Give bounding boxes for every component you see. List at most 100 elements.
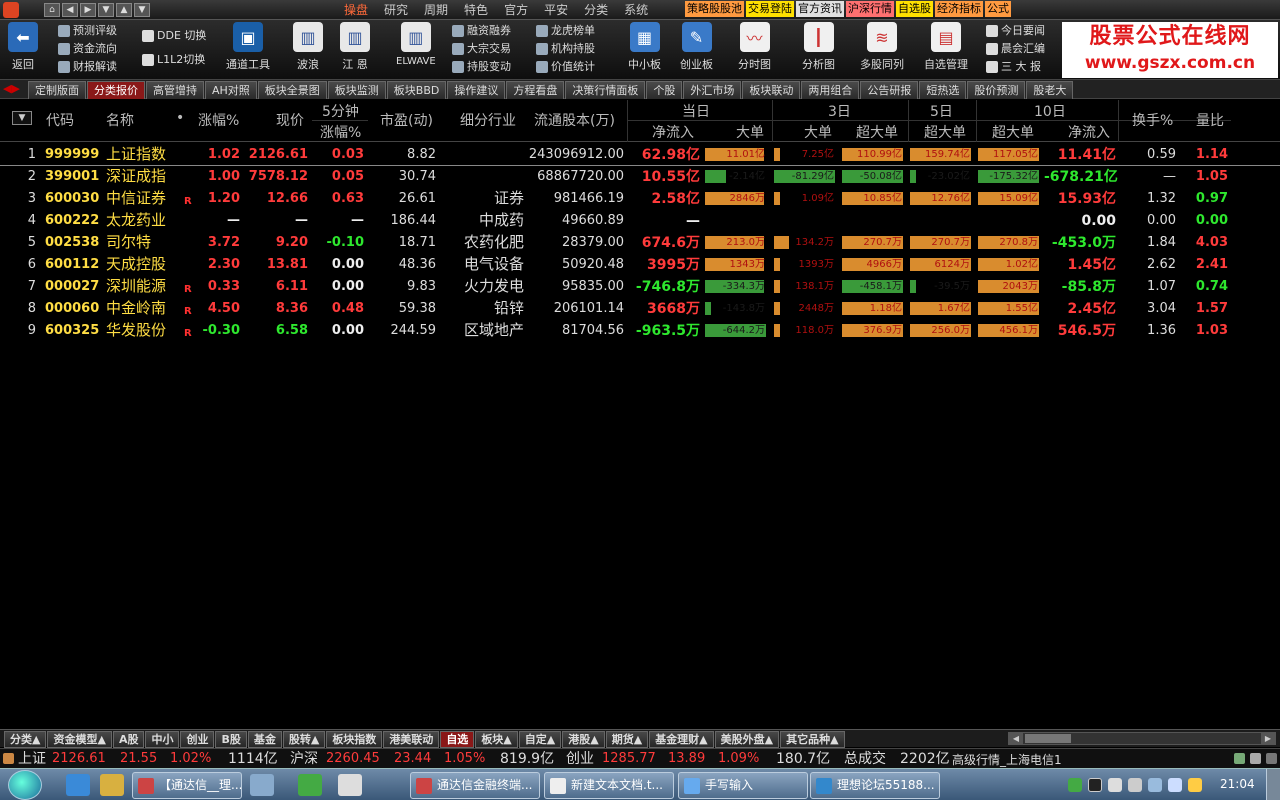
col4-link-0[interactable]: 龙虎榜单 xyxy=(536,23,595,39)
back-nav-icon[interactable]: ◀ xyxy=(62,3,78,17)
tray-ime-icon[interactable] xyxy=(1088,778,1102,792)
tab-scroll-arrows-icon[interactable]: ◀▶ xyxy=(3,82,20,95)
category-tab-10[interactable]: 自选 xyxy=(440,731,475,748)
category-tab-2[interactable]: A股 xyxy=(112,731,145,748)
col-industry[interactable]: 细分行业 xyxy=(460,110,516,130)
col3-link-0[interactable]: 融资融券 xyxy=(452,23,511,39)
menu-4[interactable]: 官方 xyxy=(496,2,536,18)
col3-link-1[interactable]: 大宗交易 xyxy=(452,41,511,57)
category-tab-0[interactable]: 分类▲ xyxy=(4,731,47,748)
col5-link-2[interactable]: 三 大 报 xyxy=(986,59,1045,75)
col4-link-1[interactable]: 机构持股 xyxy=(536,41,595,57)
hs-label[interactable]: 沪深 xyxy=(290,751,318,767)
category-tab-9[interactable]: 港美联动 xyxy=(383,731,440,748)
tab-17[interactable]: 股老大 xyxy=(1026,81,1074,99)
col2-link-1[interactable]: L1L2切换 xyxy=(142,52,206,68)
menu-5[interactable]: 平安 xyxy=(536,2,576,18)
category-tab-14[interactable]: 期货▲ xyxy=(605,731,649,748)
folder-icon[interactable] xyxy=(100,774,124,796)
cy-label[interactable]: 创业 xyxy=(566,751,594,767)
col-pe[interactable]: 市盈(动) xyxy=(380,110,433,130)
category-tab-4[interactable]: 创业 xyxy=(180,731,215,748)
gem-board-button[interactable]: ✎ 创业板 xyxy=(680,22,713,72)
menu-1[interactable]: 研究 xyxy=(376,2,416,18)
menu-2[interactable]: 周期 xyxy=(416,2,456,18)
quicklaunch-icon-2[interactable] xyxy=(338,774,362,796)
taskbar-task-3[interactable]: 手写输入 xyxy=(678,772,808,799)
tab-14[interactable]: 公告研报 xyxy=(860,81,919,99)
col5-link-1[interactable]: 晨会汇编 xyxy=(986,41,1045,57)
tab-10[interactable]: 个股 xyxy=(646,81,683,99)
col-10day-super[interactable]: 超大单 xyxy=(992,122,1034,142)
gann-button[interactable]: ▥ 江 恩 xyxy=(340,22,370,72)
table-row[interactable]: 1 999999 上证指数 1.02 2126.61 0.03 8.82 243096912.… xyxy=(0,144,1280,166)
col2-link-0[interactable]: DDE 切换 xyxy=(142,28,206,44)
col-net-inflow[interactable]: 净流入 xyxy=(652,122,694,142)
quick-tab-6[interactable]: 公式 xyxy=(985,1,1011,17)
tab-4[interactable]: 板块全景图 xyxy=(257,81,327,99)
menu-6[interactable]: 分类 xyxy=(576,2,616,18)
show-desktop-button[interactable] xyxy=(1266,769,1280,800)
table-row[interactable]: 6 600112 天成控股 2.30 13.81 0.00 48.36 电气设备 50920.4… xyxy=(0,254,1280,276)
col-5day-super[interactable]: 超大单 xyxy=(924,122,966,142)
watchlist-manage-button[interactable]: ▤ 自选管理 xyxy=(924,22,968,72)
tab-15[interactable]: 短热选 xyxy=(919,81,967,99)
category-tab-12[interactable]: 自定▲ xyxy=(518,731,562,748)
timeshare-chart-button[interactable]: 〰 分时图 xyxy=(738,22,771,72)
col3-link-2[interactable]: 持股变动 xyxy=(452,59,511,75)
category-tab-5[interactable]: B股 xyxy=(215,731,247,748)
tab-7[interactable]: 操作建议 xyxy=(447,81,506,99)
menu-7[interactable]: 系统 xyxy=(616,2,656,18)
table-row[interactable]: 8 000060 中金岭南 R 4.50 8.36 0.48 59.38 铅锌 206101.14… xyxy=(0,298,1280,320)
category-tab-1[interactable]: 资金模型▲ xyxy=(47,731,112,748)
connection-icon[interactable] xyxy=(1234,753,1245,764)
col-volume-ratio[interactable]: 量比 xyxy=(1196,110,1224,130)
quicklaunch-icon-0[interactable] xyxy=(250,774,274,796)
table-row[interactable]: 7 000027 深圳能源 R 0.33 6.11 0.00 9.83 火力发电 95835.00… xyxy=(0,276,1280,298)
back-button[interactable]: ⬅ 返回 xyxy=(8,22,38,72)
quick-tab-3[interactable]: 沪深行情 xyxy=(846,1,894,17)
wave-button[interactable]: ▥ 波浪 xyxy=(293,22,323,72)
tab-8[interactable]: 方程看盘 xyxy=(506,81,565,99)
table-row[interactable]: 3 600030 中信证券 R 1.20 12.66 0.63 26.61 证券 981466.1… xyxy=(0,188,1280,210)
col1-link-0[interactable]: 预测评级 xyxy=(58,23,117,39)
quick-tab-4[interactable]: 自选股 xyxy=(896,1,933,17)
tab-1[interactable]: 分类报价 xyxy=(87,81,145,99)
col-5min-bottom[interactable]: 涨幅% xyxy=(320,122,361,142)
col-big-order[interactable]: 大单 xyxy=(736,122,764,142)
table-row[interactable]: 9 600325 华发股份 R -0.30 6.58 0.00 244.59 区域地产 81704… xyxy=(0,320,1280,342)
scroll-thumb[interactable] xyxy=(1025,734,1071,743)
analysis-chart-button[interactable]: ┃ 分析图 xyxy=(802,22,835,72)
multi-stock-button[interactable]: ≋ 多股同列 xyxy=(860,22,904,72)
category-tab-6[interactable]: 基金 xyxy=(247,731,282,748)
taskbar-clock[interactable]: 21:04 xyxy=(1220,777,1255,791)
category-tab-7[interactable]: 股转▲ xyxy=(282,731,326,748)
tab-6[interactable]: 板块BBD xyxy=(386,81,447,99)
taskbar-task-1[interactable]: 通达信金融终端... xyxy=(410,772,540,799)
forward-nav-icon[interactable]: ▶ xyxy=(80,3,96,17)
quicklaunch-icon-1[interactable] xyxy=(298,774,322,796)
tab-12[interactable]: 板块联动 xyxy=(742,81,801,99)
arrow-down-icon[interactable]: ▼ xyxy=(134,3,150,17)
tab-16[interactable]: 股价预测 xyxy=(967,81,1026,99)
quick-tab-5[interactable]: 经济指标 xyxy=(935,1,983,17)
tab-5[interactable]: 板块监测 xyxy=(327,81,386,99)
taskbar-task-0[interactable]: 【通达信__理... xyxy=(132,772,242,799)
keyboard-icon[interactable] xyxy=(1168,778,1182,792)
col-price[interactable]: 现价 xyxy=(276,110,304,130)
category-tab-15[interactable]: 基金理财▲ xyxy=(649,731,714,748)
elwave-button[interactable]: ▥ ELWAVE xyxy=(396,22,436,67)
ie-icon[interactable] xyxy=(66,774,90,796)
taskbar-task-4[interactable]: 理想论坛55188... xyxy=(810,772,940,799)
tray-app-icon[interactable] xyxy=(1068,778,1082,792)
tab-11[interactable]: 外汇市场 xyxy=(683,81,742,99)
table-row[interactable]: 5 002538 司尔特 3.72 9.20 -0.10 18.71 农药化肥 28379.00… xyxy=(0,232,1280,254)
notification-icon[interactable] xyxy=(1188,778,1202,792)
table-row[interactable]: 4 600222 太龙药业 — — — 186.44 中成药 49660.89 — 0.00 0.00… xyxy=(0,210,1280,232)
tab-2[interactable]: 高管增持 xyxy=(146,81,204,99)
category-tab-8[interactable]: 板块指数 xyxy=(326,731,383,748)
server-info[interactable]: 高级行情_上海电信1 xyxy=(952,751,1062,768)
tab-13[interactable]: 两用组合 xyxy=(801,81,860,99)
col-change-pct[interactable]: 涨幅% xyxy=(198,110,239,130)
col-3day-big[interactable]: 大单 xyxy=(804,122,832,142)
